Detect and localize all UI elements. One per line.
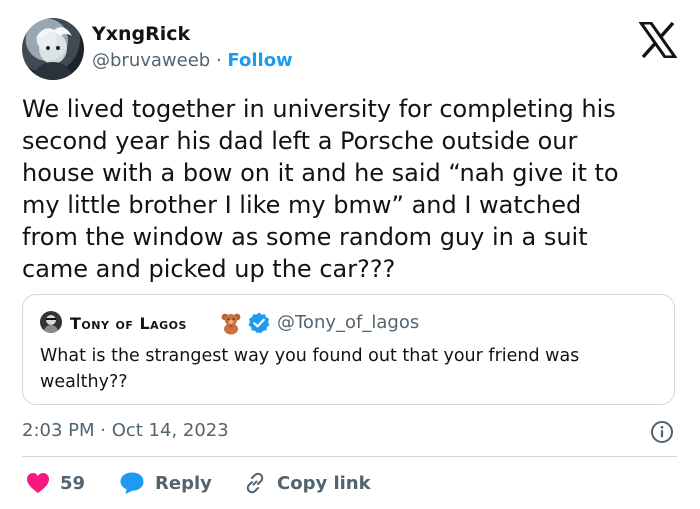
quoted-author-handle: @Tony_of_lagos bbox=[277, 312, 420, 333]
copy-link-button[interactable]: Copy link bbox=[243, 468, 371, 498]
heart-icon bbox=[27, 473, 49, 493]
reply-button[interactable]: Reply bbox=[119, 468, 212, 498]
author-name[interactable]: YxngRick bbox=[92, 23, 190, 45]
verified-badge-icon bbox=[247, 311, 271, 335]
info-icon[interactable] bbox=[650, 420, 674, 444]
teddy-bear-icon bbox=[219, 311, 243, 335]
x-logo-icon[interactable] bbox=[638, 21, 678, 59]
speech-bubble-icon bbox=[120, 472, 144, 494]
copy-link-label: Copy link bbox=[277, 472, 371, 494]
quoted-author-name: Tony of Lagos bbox=[70, 314, 187, 333]
quoted-author-avatar bbox=[40, 311, 62, 333]
author-handle-row: @bruvaweeb · Follow bbox=[92, 50, 293, 71]
tweet-text: We lived together in university for comp… bbox=[22, 95, 619, 283]
tweet-embed-card: YxngRick @bruvaweeb · Follow We lived to… bbox=[0, 0, 700, 509]
handle-separator: · bbox=[215, 50, 222, 71]
reply-label: Reply bbox=[155, 472, 212, 494]
link-icon bbox=[246, 472, 264, 494]
like-button[interactable]: 59 bbox=[26, 468, 85, 498]
divider bbox=[22, 456, 677, 457]
quoted-tweet[interactable]: Tony of Lagos @Tony_of_lagos What is the… bbox=[22, 294, 675, 405]
author-handle[interactable]: @bruvaweeb bbox=[92, 50, 210, 71]
follow-button[interactable]: Follow bbox=[227, 50, 292, 71]
tweet-timestamp[interactable]: 2:03 PM · Oct 14, 2023 bbox=[22, 420, 229, 441]
author-avatar[interactable] bbox=[22, 18, 84, 80]
quoted-tweet-text: What is the strangest way you found out … bbox=[40, 346, 580, 392]
like-count: 59 bbox=[60, 472, 86, 494]
